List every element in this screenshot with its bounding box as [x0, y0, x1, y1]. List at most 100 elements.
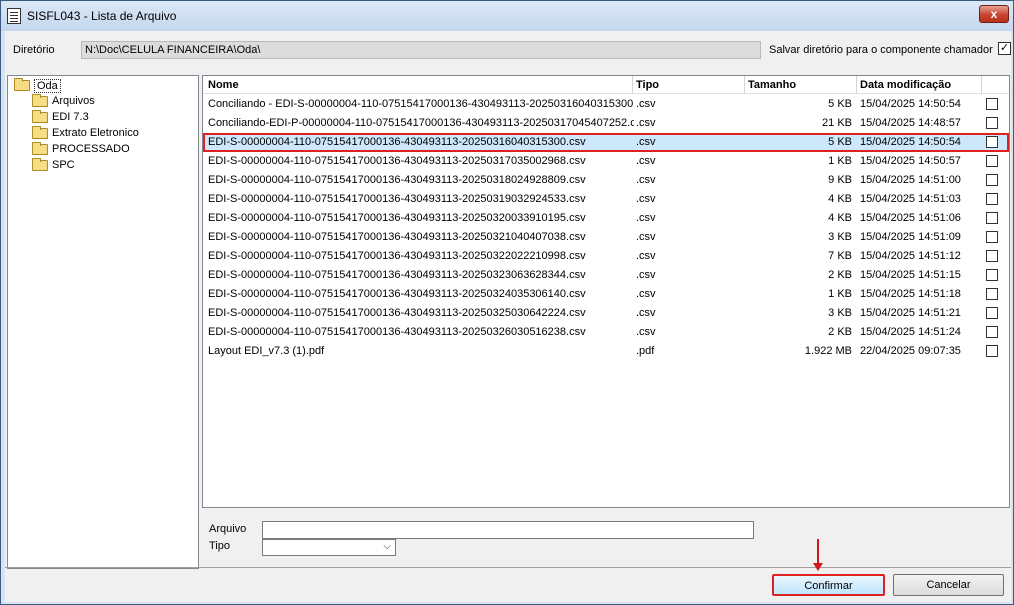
row-checkbox[interactable] — [986, 345, 998, 357]
file-name: EDI-S-00000004-110-07515417000136-430493… — [208, 326, 586, 338]
row-checkbox[interactable] — [986, 288, 998, 300]
file-type: .csv — [636, 288, 656, 300]
table-row[interactable]: EDI-S-00000004-110-07515417000136-430493… — [203, 171, 1009, 190]
folder-icon — [32, 110, 48, 123]
confirm-button[interactable]: Confirmar — [772, 574, 885, 596]
table-row[interactable]: EDI-S-00000004-110-07515417000136-430493… — [203, 247, 1009, 266]
column-header-name[interactable]: Nome — [208, 79, 239, 91]
row-checkbox[interactable] — [986, 117, 998, 129]
column-divider[interactable] — [981, 76, 982, 94]
file-size: 4 KB — [828, 193, 852, 205]
arquivo-input[interactable] — [262, 521, 754, 539]
row-checkbox[interactable] — [986, 307, 998, 319]
row-checkbox[interactable] — [986, 326, 998, 338]
tree-item-label: SPC — [52, 159, 75, 171]
file-name: EDI-S-00000004-110-07515417000136-430493… — [208, 250, 586, 262]
cancel-button[interactable]: Cancelar — [893, 574, 1004, 596]
table-row[interactable]: EDI-S-00000004-110-07515417000136-430493… — [203, 266, 1009, 285]
table-row[interactable]: EDI-S-00000004-110-07515417000136-430493… — [203, 190, 1009, 209]
file-name: EDI-S-00000004-110-07515417000136-430493… — [208, 212, 586, 224]
table-row[interactable]: EDI-S-00000004-110-07515417000136-430493… — [203, 228, 1009, 247]
column-divider[interactable] — [856, 76, 857, 94]
table-row[interactable]: Conciliando-EDI-P-00000004-110-075154170… — [203, 114, 1009, 133]
file-type: .csv — [636, 155, 656, 167]
file-type: .csv — [636, 326, 656, 338]
directory-field: N:\Doc\CELULA FINANCEIRA\Oda\ — [81, 41, 761, 59]
row-checkbox[interactable] — [986, 174, 998, 186]
file-size: 3 KB — [828, 307, 852, 319]
table-row[interactable]: EDI-S-00000004-110-07515417000136-430493… — [203, 209, 1009, 228]
window-title: SISFL043 - Lista de Arquivo — [27, 9, 177, 23]
directory-label: Diretório — [13, 44, 55, 56]
file-size: 3 KB — [828, 231, 852, 243]
file-date: 15/04/2025 14:50:54 — [860, 136, 961, 148]
file-name: EDI-S-00000004-110-07515417000136-430493… — [208, 136, 586, 148]
column-divider[interactable] — [744, 76, 745, 94]
row-checkbox[interactable] — [986, 98, 998, 110]
file-name: EDI-S-00000004-110-07515417000136-430493… — [208, 231, 586, 243]
table-row[interactable]: EDI-S-00000004-110-07515417000136-430493… — [203, 152, 1009, 171]
file-type: .csv — [636, 117, 656, 129]
file-name: EDI-S-00000004-110-07515417000136-430493… — [208, 174, 586, 186]
file-date: 15/04/2025 14:51:18 — [860, 288, 961, 300]
file-type: .csv — [636, 231, 656, 243]
file-type: .csv — [636, 174, 656, 186]
column-header-size[interactable]: Tamanho — [748, 79, 796, 91]
file-type: .pdf — [636, 345, 655, 357]
table-row[interactable]: EDI-S-00000004-110-07515417000136-430493… — [203, 285, 1009, 304]
folder-icon — [32, 126, 48, 139]
tree-item-label: EDI 7.3 — [52, 111, 89, 123]
row-checkbox[interactable] — [986, 269, 998, 281]
folder-icon — [32, 158, 48, 171]
file-size: 21 KB — [822, 117, 852, 129]
file-list: Nome Tipo Tamanho Data modificação Conci… — [202, 75, 1010, 508]
file-date: 15/04/2025 14:51:21 — [860, 307, 961, 319]
row-checkbox[interactable] — [986, 193, 998, 205]
document-icon — [7, 8, 21, 24]
save-directory-checkbox[interactable]: ✓ — [998, 42, 1011, 55]
file-size: 9 KB — [828, 174, 852, 186]
file-size: 5 KB — [828, 136, 852, 148]
arquivo-label: Arquivo — [209, 523, 247, 535]
file-name: EDI-S-00000004-110-07515417000136-430493… — [208, 193, 586, 205]
column-header-type[interactable]: Tipo — [636, 79, 659, 91]
file-name: EDI-S-00000004-110-07515417000136-430493… — [208, 307, 586, 319]
file-date: 15/04/2025 14:51:06 — [860, 212, 961, 224]
chevron-down-icon: ⌵ — [383, 541, 391, 552]
table-row[interactable]: EDI-S-00000004-110-07515417000136-430493… — [203, 323, 1009, 342]
column-header-date[interactable]: Data modificação — [860, 79, 951, 91]
file-size: 2 KB — [828, 269, 852, 281]
row-checkbox[interactable] — [986, 250, 998, 262]
table-row[interactable]: Layout EDI_v7.3 (1).pdf .pdf 1.922 MB 22/04… — [203, 342, 1009, 361]
tipo-select[interactable]: ⌵ — [262, 539, 396, 556]
check-icon: ✓ — [999, 42, 1010, 54]
file-size: 5 KB — [828, 98, 852, 110]
file-name: Layout EDI_v7.3 (1).pdf — [208, 345, 325, 357]
file-date: 15/04/2025 14:50:54 — [860, 98, 961, 110]
folder-tree: Oda Arquivos EDI 7.3 Extrato Eletronico PROC… — [7, 75, 199, 569]
table-row[interactable]: Conciliando - EDI-S-00000004-110-0751541… — [203, 95, 1009, 114]
tree-item-label: Extrato Eletronico — [52, 127, 139, 139]
file-date: 15/04/2025 14:51:03 — [860, 193, 961, 205]
file-size: 4 KB — [828, 212, 852, 224]
file-list-header: Nome Tipo Tamanho Data modificação — [203, 76, 1009, 94]
file-name: Conciliando-EDI-P-00000004-110-075154170… — [208, 117, 634, 129]
table-row[interactable]: EDI-S-00000004-110-07515417000136-430493… — [203, 304, 1009, 323]
table-row-selected[interactable]: EDI-S-00000004-110-07515417000136-430493… — [203, 133, 1009, 152]
column-divider[interactable] — [632, 76, 633, 94]
row-checkbox[interactable] — [986, 231, 998, 243]
title-bar[interactable]: SISFL043 - Lista de Arquivo x — [1, 1, 1013, 31]
row-checkbox[interactable] — [986, 212, 998, 224]
file-type: .csv — [636, 193, 656, 205]
folder-icon — [14, 78, 30, 91]
row-checkbox[interactable] — [986, 136, 998, 148]
close-button[interactable]: x — [979, 5, 1009, 23]
row-checkbox[interactable] — [986, 155, 998, 167]
file-type: .csv — [636, 250, 656, 262]
file-name: Conciliando - EDI-S-00000004-110-0751541… — [208, 98, 634, 110]
file-name: EDI-S-00000004-110-07515417000136-430493… — [208, 155, 586, 167]
tree-item-label: PROCESSADO — [52, 143, 130, 155]
file-date: 15/04/2025 14:51:12 — [860, 250, 961, 262]
close-icon: x — [990, 7, 998, 21]
file-size: 1 KB — [828, 288, 852, 300]
